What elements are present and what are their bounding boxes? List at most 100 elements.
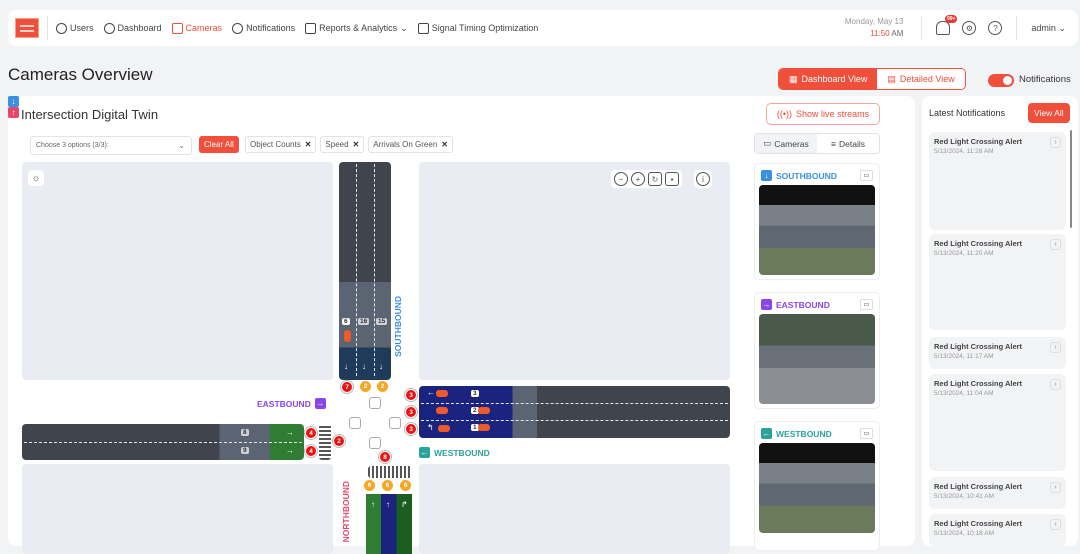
nav-label: Dashboard [117, 23, 162, 33]
notification-title: Red Light Crossing Alert [934, 342, 1023, 351]
map-block-ne [419, 162, 730, 380]
close-icon[interactable]: ✕ [441, 140, 448, 149]
close-icon[interactable]: ✕ [305, 140, 312, 149]
chevron-right-icon[interactable]: › [1050, 519, 1061, 530]
view-toggle: ▦ Dashboard View ▤ Detailed View [778, 68, 966, 90]
arrow-left-icon: ← [427, 388, 435, 397]
map-block-nw [22, 162, 333, 380]
detailed-view-button[interactable]: ▤ Detailed View [877, 69, 965, 89]
stop-count: 2 [376, 380, 389, 393]
divider [1016, 16, 1018, 40]
video-icon[interactable]: ▭ [860, 299, 873, 310]
panel-title: Latest Notifications [929, 108, 1006, 118]
brightness-icon[interactable]: ☼ [28, 170, 44, 186]
nav-reports[interactable]: Reports & Analytics ⌄ [305, 22, 408, 34]
chevron-right-icon[interactable]: › [1050, 239, 1061, 250]
pie-chart-icon [103, 22, 115, 34]
help-icon[interactable]: ? [988, 21, 1003, 35]
tab-details[interactable]: ≡ Details [817, 134, 879, 153]
show-live-streams-button[interactable]: ((•)) Show live streams [766, 103, 880, 125]
notification-item[interactable]: Red Light Crossing Alert 5/13/2024, 10:41… [929, 477, 1066, 509]
fullscreen-icon[interactable]: ▪ [665, 172, 679, 186]
arrow-turn-right-icon: ↱ [401, 500, 408, 509]
intersection-map[interactable]: ☼ − + ↻ ▪ i 6 16 15 ↓ ↓ ↓ 7 2 2 SOUTHBOU… [8, 96, 730, 554]
notification-item[interactable]: Red Light Crossing Alert 5/13/2024, 11:17… [929, 337, 1066, 369]
notification-title: Red Light Crossing Alert [934, 482, 1023, 491]
message-icon [232, 22, 244, 34]
notification-item[interactable]: Red Light Crossing Alert 5/13/2024, 10:18… [929, 514, 1066, 546]
card-title: Intersection Digital Twin [21, 107, 159, 122]
nav-notifications[interactable]: Notifications [232, 22, 295, 34]
options-select[interactable]: Choose 3 options (3/3): ⌄ [30, 136, 192, 155]
arrow-right-icon: → [761, 299, 772, 310]
notification-date: 5/13/2024, 11:04 AM [934, 390, 994, 397]
bar-chart-icon [305, 22, 317, 34]
username: admin [1031, 22, 1056, 33]
logo[interactable] [15, 18, 39, 38]
gear-icon[interactable]: ⚙ [962, 21, 977, 35]
camera-card-westbound[interactable]: ← WESTBOUND ▭ [754, 421, 880, 551]
video-icon[interactable]: ▭ [860, 170, 873, 181]
chevron-right-icon[interactable]: › [1050, 342, 1061, 353]
divider [921, 16, 923, 40]
tab-label: Details [838, 138, 865, 149]
arrow-down-icon: ↓ [344, 362, 348, 371]
broadcast-icon: ((•)) [776, 109, 793, 119]
camera-feed[interactable] [759, 443, 875, 533]
arrow-up-icon: ↑ [371, 500, 375, 509]
notification-item[interactable]: Red Light Crossing Alert 5/13/2024, 11:28… [929, 132, 1066, 230]
scrollbar[interactable] [1070, 130, 1072, 228]
southbound-road [339, 162, 391, 380]
zoom-in-icon[interactable]: + [631, 172, 645, 186]
camera-label: SOUTHBOUND [776, 170, 837, 181]
traffic-light-icon [417, 22, 429, 34]
nav-label: Cameras [185, 23, 223, 33]
list-icon: ▤ [887, 73, 896, 84]
video-icon[interactable]: ▭ [860, 428, 873, 439]
chevron-right-icon[interactable]: › [1050, 482, 1061, 493]
camera-card-eastbound[interactable]: → EASTBOUND ▭ [754, 292, 880, 409]
notification-item[interactable]: Red Light Crossing Alert 5/13/2024, 11:04… [929, 374, 1066, 471]
pedestrian-signal-icon [349, 417, 361, 429]
stop-count: 3 [405, 406, 417, 418]
chevron-right-icon[interactable]: › [1050, 379, 1061, 390]
top-navbar: Users Dashboard Cameras Notifications Re… [8, 10, 1078, 46]
view-all-button[interactable]: View All [1028, 103, 1070, 123]
clear-all-button[interactable]: Clear All [199, 136, 239, 153]
chip-label: Speed [325, 140, 349, 149]
lane-count: 15 [376, 318, 388, 325]
notification-date: 5/13/2024, 10:41 AM [934, 493, 994, 500]
zoom-out-icon[interactable]: − [614, 172, 628, 186]
divider [47, 16, 48, 40]
notification-date: 5/13/2024, 10:18 AM [934, 530, 994, 537]
bell-icon[interactable]: 99+ [936, 15, 958, 35]
nav-cameras[interactable]: Cameras [171, 22, 223, 34]
reset-view-icon[interactable]: ↻ [648, 172, 662, 186]
user-menu[interactable]: admin ⌄ [1031, 23, 1066, 34]
chevron-down-icon: ⌄ [178, 141, 185, 150]
arrow-down-icon: ↓ [362, 362, 366, 371]
camera-feed[interactable] [759, 314, 875, 404]
notifications-toggle[interactable] [988, 74, 1014, 87]
tab-cameras[interactable]: ▭ Cameras [755, 134, 817, 153]
nav-users[interactable]: Users [56, 22, 94, 34]
info-button[interactable]: i [694, 170, 712, 188]
chevron-down-icon: ⌄ [1058, 22, 1066, 33]
camera-card-southbound[interactable]: ↓ SOUTHBOUND ▭ [754, 163, 880, 280]
chevron-down-icon: ⌄ [400, 22, 408, 33]
dashboard-view-button[interactable]: ▦ Dashboard View [779, 69, 878, 89]
crosswalk-count: 2 [333, 435, 345, 447]
camera-card-header: ↓ SOUTHBOUND ▭ [755, 164, 879, 185]
vehicle [478, 424, 490, 431]
datetime: Monday, May 13 11:50 AM [845, 16, 904, 40]
camera-panel-tabs: ▭ Cameras ≡ Details [754, 133, 880, 154]
notification-item[interactable]: Red Light Crossing Alert 5/13/2024, 11:20… [929, 234, 1066, 330]
camera-feed[interactable] [759, 185, 875, 275]
westbound-label: ← WESTBOUND [419, 447, 490, 458]
chip-label: Arrivals On Green [373, 140, 438, 149]
chevron-right-icon[interactable]: › [1050, 137, 1061, 148]
nav-dashboard[interactable]: Dashboard [103, 22, 162, 34]
map-block-se [419, 464, 730, 554]
nav-signal-timing[interactable]: Signal Timing Optimization [417, 22, 538, 34]
close-icon[interactable]: ✕ [353, 140, 360, 149]
